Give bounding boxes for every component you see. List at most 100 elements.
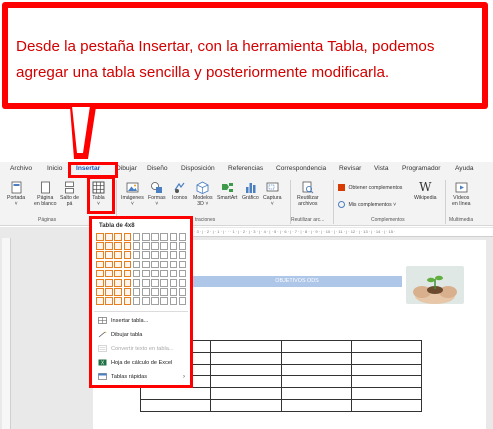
horizontal-ruler[interactable]: · 3 · | · 2 · | · 1 · | · · · 1 · | · 2 …	[190, 228, 493, 237]
smartart-button[interactable]: SmartArt	[217, 181, 237, 201]
grid-cell[interactable]	[105, 242, 113, 250]
table-row[interactable]	[139, 399, 423, 412]
table-cell[interactable]	[350, 363, 423, 377]
grid-cell[interactable]	[123, 260, 132, 269]
grid-cell[interactable]	[151, 297, 159, 305]
grid-cell[interactable]	[178, 288, 187, 296]
table-cell[interactable]	[280, 351, 352, 365]
grid-cell[interactable]	[178, 269, 187, 278]
iconos-button[interactable]: Iconos	[172, 181, 187, 201]
table-cell[interactable]	[139, 399, 212, 412]
grid-cell[interactable]	[114, 260, 122, 269]
grid-cell[interactable]	[114, 242, 122, 250]
table-cell[interactable]	[280, 363, 352, 377]
grid-cell[interactable]	[96, 288, 104, 296]
blank-page-button[interactable]: Página en blanco	[34, 181, 57, 207]
grid-cell[interactable]	[142, 269, 150, 278]
tab-diseno[interactable]: Diseño	[147, 165, 168, 172]
grid-cell[interactable]	[132, 279, 141, 287]
tab-referencias[interactable]: Referencias	[228, 165, 263, 172]
grid-cell[interactable]	[151, 242, 159, 250]
table-cell[interactable]	[280, 387, 352, 401]
videos-en-linea-button[interactable]: Vídeos en línea	[452, 181, 470, 207]
table-cell[interactable]	[210, 351, 282, 365]
table-cell[interactable]	[210, 363, 282, 377]
table-cell[interactable]	[350, 351, 423, 365]
tab-vista[interactable]: Vista	[374, 165, 389, 172]
tab-archivo[interactable]: Archivo	[10, 165, 32, 172]
table-cell[interactable]	[210, 340, 282, 353]
grid-cell[interactable]	[114, 269, 122, 278]
mis-complementos-button[interactable]: Mis complementos ˅	[338, 201, 396, 208]
grid-cell[interactable]	[151, 279, 159, 287]
grid-cell[interactable]	[114, 297, 122, 305]
grid-cell[interactable]	[142, 288, 150, 296]
grid-cell[interactable]	[160, 269, 168, 278]
formas-button[interactable]: Formas ˅	[148, 181, 166, 207]
grid-cell[interactable]	[96, 251, 104, 259]
grid-cell[interactable]	[123, 297, 132, 305]
grid-cell[interactable]	[151, 288, 159, 296]
tab-revisar[interactable]: Revisar	[339, 165, 361, 172]
grid-cell[interactable]	[132, 297, 141, 305]
grid-cell[interactable]	[151, 269, 159, 278]
grid-cell[interactable]	[96, 297, 104, 305]
grid-cell[interactable]	[123, 288, 132, 296]
grid-cell[interactable]	[96, 242, 104, 250]
tab-inicio[interactable]: Inicio	[47, 165, 62, 172]
table-cell[interactable]	[210, 387, 282, 401]
grid-cell[interactable]	[96, 269, 104, 278]
wikipedia-button[interactable]: W Wikipedia	[414, 181, 437, 202]
grid-cell[interactable]	[123, 269, 132, 278]
grid-cell[interactable]	[96, 260, 104, 269]
tab-correspondencia[interactable]: Correspondencia	[276, 165, 326, 172]
grafico-button[interactable]: Gráfico	[242, 181, 259, 201]
table-cell[interactable]	[350, 387, 423, 401]
grid-cell[interactable]	[169, 251, 178, 259]
grid-cell[interactable]	[160, 297, 168, 305]
table-cell[interactable]	[280, 399, 352, 412]
vertical-ruler[interactable]	[2, 238, 11, 429]
tab-programador[interactable]: Programador	[402, 165, 440, 172]
grid-cell[interactable]	[132, 269, 141, 278]
grid-cell[interactable]	[96, 233, 104, 241]
grid-cell[interactable]	[105, 260, 113, 269]
grid-cell[interactable]	[123, 233, 132, 241]
grid-cell[interactable]	[169, 297, 178, 305]
grid-cell[interactable]	[151, 260, 159, 269]
grid-cell[interactable]	[132, 251, 141, 259]
grid-cell[interactable]	[132, 242, 141, 250]
grid-cell[interactable]	[105, 251, 113, 259]
grid-cell[interactable]	[169, 242, 178, 250]
grid-cell[interactable]	[178, 297, 187, 305]
tab-dibujar[interactable]: Dibujar	[116, 165, 137, 172]
grid-cell[interactable]	[114, 233, 122, 241]
grid-cell[interactable]	[151, 233, 159, 241]
imagenes-button[interactable]: Imágenes ˅	[121, 181, 144, 207]
grid-cell[interactable]	[132, 233, 141, 241]
grid-cell[interactable]	[178, 251, 187, 259]
grid-cell[interactable]	[96, 279, 104, 287]
grid-cell[interactable]	[169, 260, 178, 269]
table-row[interactable]	[139, 387, 423, 401]
grid-cell[interactable]	[123, 251, 132, 259]
tab-ayuda[interactable]: Ayuda	[455, 165, 474, 172]
table-cell[interactable]	[280, 375, 352, 389]
grid-cell[interactable]	[132, 260, 141, 269]
grid-cell[interactable]	[178, 260, 187, 269]
menu-item-insertar-tabla[interactable]: Insertar tabla...	[98, 317, 148, 324]
table-cell[interactable]	[350, 375, 423, 389]
table-cell[interactable]	[210, 399, 282, 412]
obtener-complementos-button[interactable]: Obtener complementos	[338, 184, 402, 191]
grid-cell[interactable]	[142, 279, 150, 287]
grid-cell[interactable]	[114, 288, 122, 296]
grid-cell[interactable]	[123, 279, 132, 287]
grid-cell[interactable]	[132, 288, 141, 296]
grid-cell[interactable]	[160, 279, 168, 287]
grid-cell[interactable]	[169, 233, 178, 241]
grid-cell[interactable]	[142, 297, 150, 305]
grid-cell[interactable]	[169, 269, 178, 278]
menu-item-dibujar-tabla[interactable]: Dibujar tabla	[98, 331, 142, 338]
grid-cell[interactable]	[169, 279, 178, 287]
grid-cell[interactable]	[142, 251, 150, 259]
